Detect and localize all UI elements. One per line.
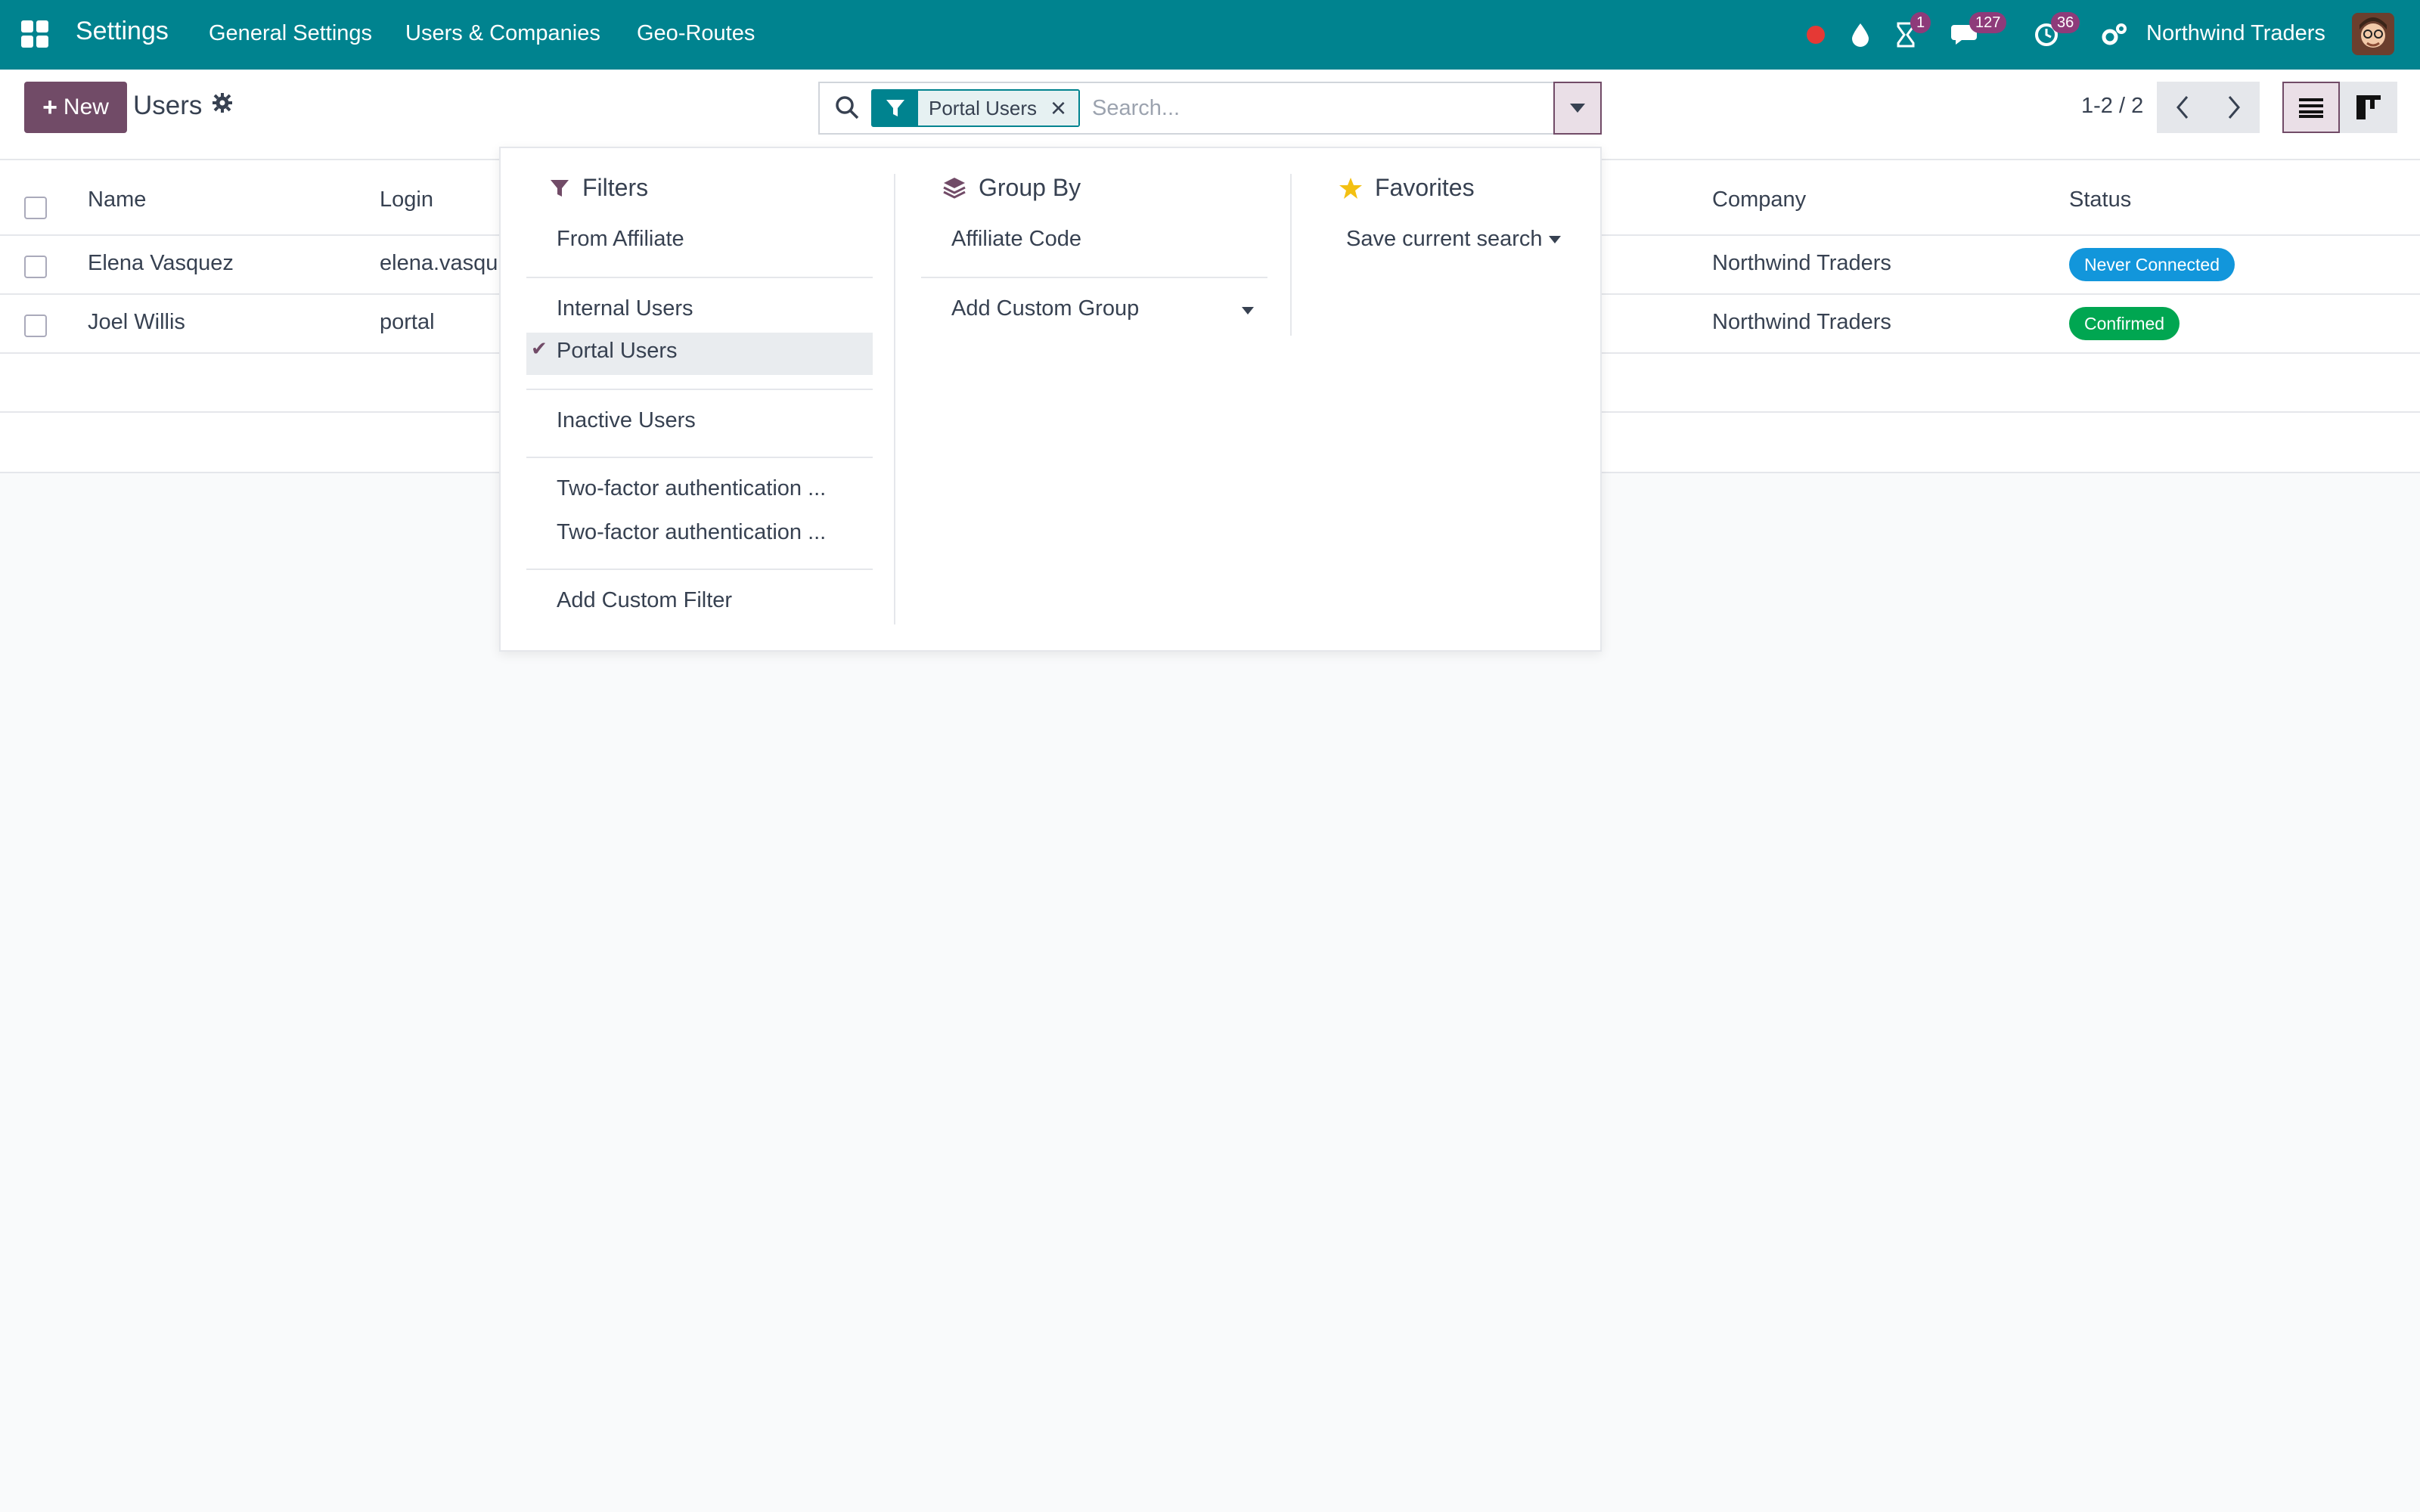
filter-two-factor-enabled[interactable]: Two-factor authentication ... xyxy=(557,476,826,501)
filter-icon xyxy=(551,179,569,197)
caret-down-icon xyxy=(1242,307,1254,314)
add-custom-filter[interactable]: Add Custom Filter xyxy=(557,588,732,613)
filter-internal-users[interactable]: Internal Users xyxy=(557,296,693,321)
column-header-company[interactable]: Company xyxy=(1712,187,1806,212)
column-separator xyxy=(1290,174,1292,336)
chevron-left-icon xyxy=(2176,96,2189,119)
droplet-icon[interactable] xyxy=(1845,17,1876,53)
save-current-search-label: Save current search xyxy=(1346,227,1543,251)
groupby-header: Group By xyxy=(942,174,1081,202)
company-switcher[interactable]: Northwind Traders xyxy=(2146,21,2325,46)
kanban-view-button[interactable] xyxy=(2340,82,2397,133)
new-button-label: New xyxy=(63,94,109,119)
divider xyxy=(921,277,1267,278)
menu-users-companies[interactable]: Users & Companies xyxy=(405,21,600,46)
user-name: Elena Vasquez xyxy=(88,251,234,275)
new-button[interactable]: + New xyxy=(24,82,127,133)
status-badge: Never Connected xyxy=(2069,248,2235,281)
divider xyxy=(526,569,873,570)
row-checkbox[interactable] xyxy=(24,256,47,278)
pager-previous-button[interactable] xyxy=(2157,82,2208,133)
record-dot-icon[interactable] xyxy=(1804,17,1827,53)
user-name: Joel Willis xyxy=(88,310,185,334)
column-header-name[interactable]: Name xyxy=(88,187,146,212)
clock-badge: 36 xyxy=(2051,12,2080,33)
search-options-toggle[interactable] xyxy=(1553,82,1602,135)
divider xyxy=(526,389,873,390)
caret-down-icon xyxy=(1548,235,1561,243)
layers-icon xyxy=(943,177,966,199)
menu-geo-routes[interactable]: Geo-Routes xyxy=(637,21,755,46)
filter-from-affiliate[interactable]: From Affiliate xyxy=(557,227,684,252)
search-input[interactable] xyxy=(1092,91,1546,125)
filter-inactive-users[interactable]: Inactive Users xyxy=(557,408,696,433)
divider xyxy=(526,277,873,278)
kanban-icon xyxy=(2356,95,2381,119)
favorites-header: Favorites xyxy=(1339,174,1475,202)
star-icon xyxy=(1339,177,1362,199)
groupby-affiliate-code[interactable]: Affiliate Code xyxy=(951,227,1081,252)
divider xyxy=(526,457,873,458)
check-icon: ✔ xyxy=(531,337,548,360)
list-icon xyxy=(2299,98,2323,118)
column-header-status[interactable]: Status xyxy=(2069,187,2131,212)
filter-two-factor-disabled[interactable]: Two-factor authentication ... xyxy=(557,520,826,545)
facet-label: Portal Users xyxy=(918,91,1048,125)
messages-badge: 127 xyxy=(1969,12,2007,33)
app-title[interactable]: Settings xyxy=(76,17,169,46)
user-company: Northwind Traders xyxy=(1712,251,1891,275)
hourglass-icon[interactable]: 1 xyxy=(1891,12,1931,53)
save-current-search[interactable]: Save current search xyxy=(1346,227,1561,252)
status-badge: Confirmed xyxy=(2069,307,2180,340)
pager-value[interactable]: 1-2 / 2 xyxy=(2081,94,2143,119)
activity-badge: 1 xyxy=(1910,12,1931,33)
add-custom-group-select[interactable]: Add Custom Group xyxy=(951,296,1254,321)
page-title: Users xyxy=(133,91,203,120)
user-login: portal xyxy=(380,310,435,334)
groupby-title: Group By xyxy=(979,174,1081,201)
user-login: elena.vasqu xyxy=(380,251,498,275)
user-company: Northwind Traders xyxy=(1712,310,1891,334)
search-icon[interactable] xyxy=(833,94,864,124)
chat-icon[interactable]: 127 xyxy=(1950,12,2007,53)
add-custom-group-label: Add Custom Group xyxy=(951,296,1140,321)
clock-icon[interactable]: 36 xyxy=(2031,12,2080,53)
avatar[interactable] xyxy=(2352,13,2394,55)
pager-next-button[interactable] xyxy=(2208,82,2260,133)
filter-icon xyxy=(873,91,918,125)
column-separator xyxy=(894,174,895,624)
gear-icon[interactable] xyxy=(212,92,233,119)
top-navbar: Settings General Settings Users & Compan… xyxy=(0,0,2420,70)
select-all-checkbox[interactable] xyxy=(24,197,47,219)
close-icon[interactable]: × xyxy=(1047,91,1079,125)
cogs-icon[interactable] xyxy=(2098,17,2131,53)
filters-title: Filters xyxy=(582,174,649,201)
column-header-login[interactable]: Login xyxy=(380,187,433,212)
list-view-button[interactable] xyxy=(2282,82,2340,133)
row-checkbox[interactable] xyxy=(24,314,47,337)
favorites-title: Favorites xyxy=(1375,174,1475,201)
chevron-right-icon xyxy=(2228,96,2240,119)
filters-header: Filters xyxy=(549,174,648,202)
caret-down-icon xyxy=(1570,104,1585,113)
menu-general-settings[interactable]: General Settings xyxy=(209,21,372,46)
plus-icon: + xyxy=(42,92,57,122)
filter-portal-users[interactable]: Portal Users xyxy=(557,339,678,364)
apps-menu-icon[interactable] xyxy=(21,20,48,48)
search-bar: Portal Users × xyxy=(818,82,1602,135)
search-options-dropdown: Filters From Affiliate Internal Users ✔ … xyxy=(499,147,1602,652)
search-facet: Portal Users × xyxy=(871,89,1081,127)
